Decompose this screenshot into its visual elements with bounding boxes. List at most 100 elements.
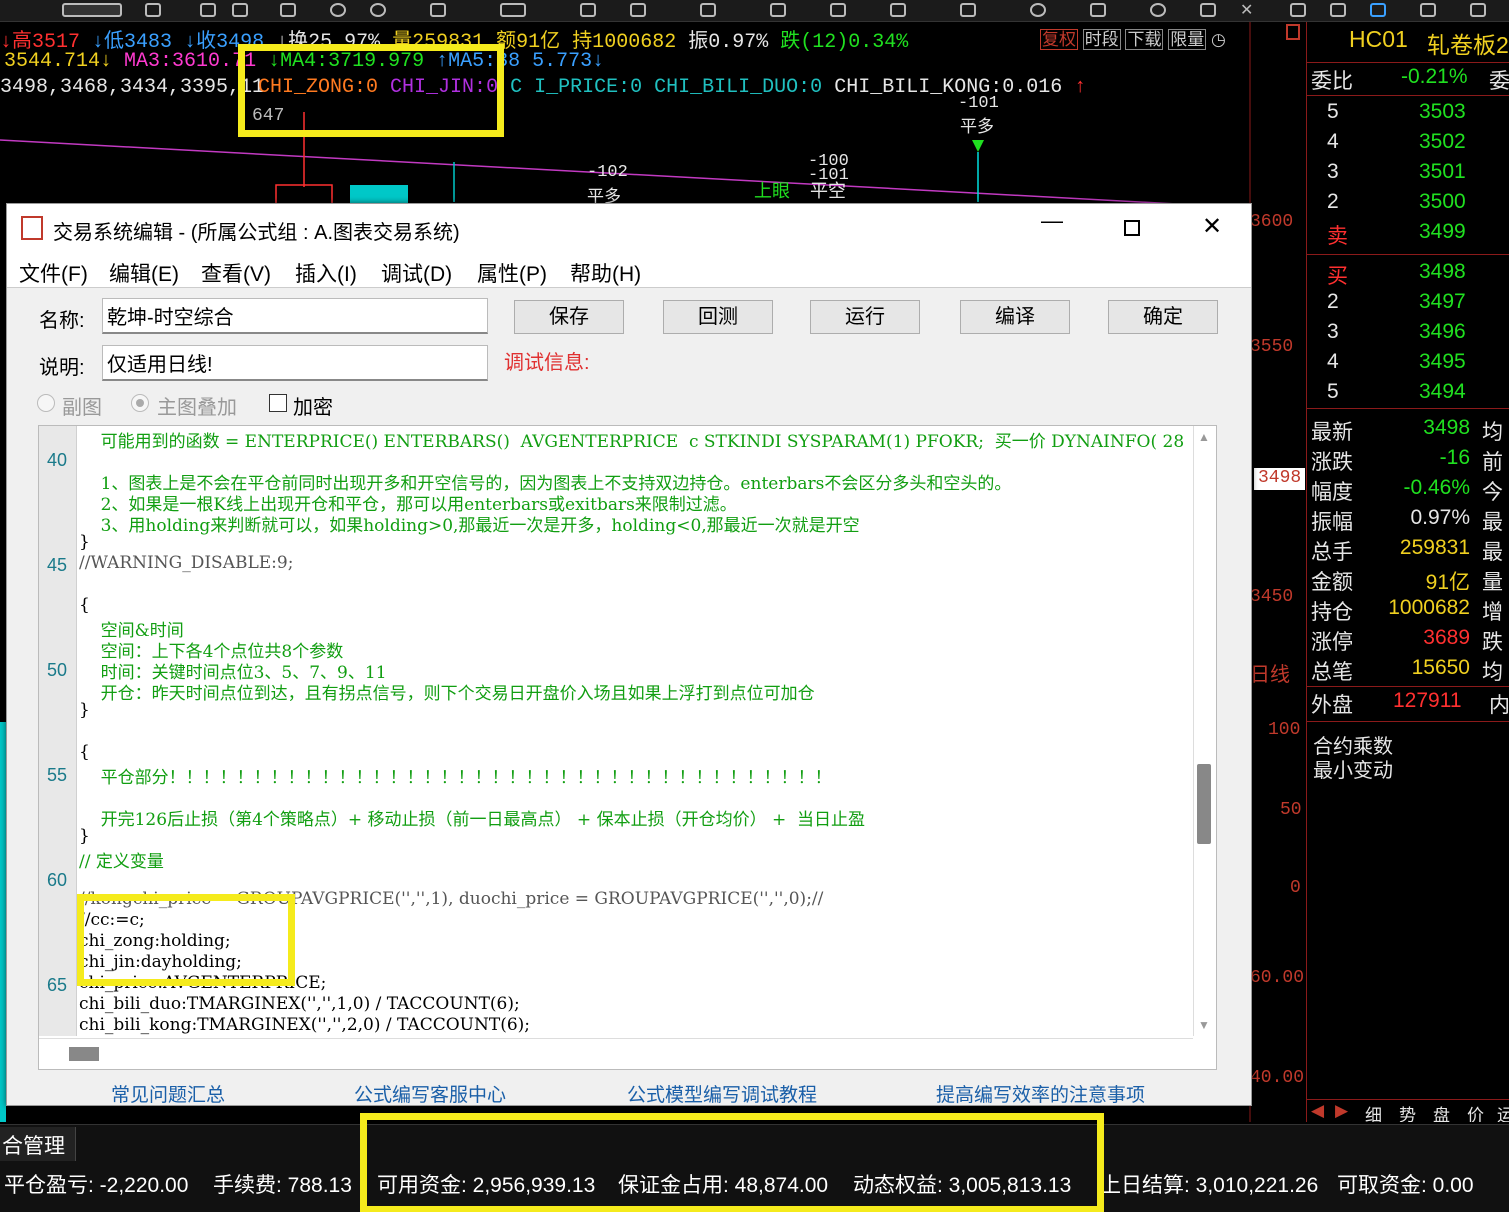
copy-icon[interactable]: [1090, 3, 1106, 17]
link-tutorial[interactable]: 公式模型编写调试教程: [627, 1080, 817, 1107]
lock-icon[interactable]: [1200, 3, 1216, 17]
search-icon[interactable]: [370, 3, 386, 17]
scroll-up-icon[interactable]: ▲: [1198, 430, 1210, 444]
sell-level-price: 3500: [1419, 190, 1466, 213]
tab-more[interactable]: 运: [1497, 1101, 1509, 1122]
next-tab-icon[interactable]: ▶: [1335, 1101, 1348, 1121]
tab-price[interactable]: 价: [1467, 1101, 1484, 1122]
fuquan-button[interactable]: 复权: [1040, 29, 1078, 50]
encrypt-checkbox[interactable]: [269, 394, 287, 412]
menu-view[interactable]: 查看(V): [201, 258, 271, 288]
ind-chi-bili-duo: CHI_BILI_DUO:0: [654, 76, 823, 99]
sell-level-row[interactable]: 4 3502: [1307, 128, 1509, 158]
arrow-tool-icon[interactable]: [830, 3, 846, 17]
sell-level-row[interactable]: 2 3500: [1307, 188, 1509, 218]
status-tab[interactable]: 合管理: [0, 1127, 76, 1161]
stat-right-label: 均: [1482, 421, 1503, 444]
app-icon: [21, 216, 43, 240]
gear-icon[interactable]: [430, 3, 446, 17]
code-line: chi_bili_kong:TMARGINEX('','',2,0) / TAC…: [79, 1015, 531, 1035]
upload-icon[interactable]: [1330, 3, 1346, 17]
compile-button[interactable]: 编译: [960, 300, 1070, 334]
formula-icon[interactable]: [500, 3, 526, 17]
menu-help[interactable]: 帮助(H): [570, 258, 641, 288]
vertical-scroll-thumb[interactable]: [1197, 764, 1211, 844]
sell-level-row[interactable]: 卖 3499: [1307, 218, 1509, 248]
y-label-100: 100: [1268, 720, 1301, 740]
tab-detail[interactable]: 细: [1365, 1101, 1382, 1122]
sell-level-label: 5: [1327, 100, 1339, 123]
link-tips[interactable]: 提高编写效率的注意事项: [936, 1080, 1145, 1107]
close-icon[interactable]: ✕: [1240, 0, 1256, 19]
quote-header: HC01 轧卷板2: [1307, 24, 1509, 60]
zoom-in-icon[interactable]: [200, 3, 216, 17]
bar-chart-icon[interactable]: [700, 3, 716, 17]
close-button[interactable]: ✕: [1202, 212, 1222, 241]
ok-button[interactable]: 确定: [1108, 300, 1218, 334]
buy-level-row[interactable]: 3 3496: [1307, 318, 1509, 348]
fan-icon[interactable]: [770, 3, 786, 17]
magnify-icon[interactable]: [330, 3, 346, 17]
limit-button[interactable]: 限量: [1168, 29, 1207, 50]
radio-main[interactable]: [131, 394, 149, 412]
code-line: 3、用holding来判断就可以，如果holding>0,那最近一次是开多，ho…: [79, 516, 860, 536]
link-support[interactable]: 公式编写客服中心: [354, 1080, 506, 1107]
waipan-row: 外盘 127911 内: [1307, 686, 1509, 722]
highlight-indicator: [238, 44, 504, 137]
buy-level-row[interactable]: 5 3494: [1307, 378, 1509, 408]
circle-tool-icon[interactable]: [1030, 3, 1046, 17]
zoom-out-icon[interactable]: [232, 3, 248, 17]
pen-icon[interactable]: [580, 3, 596, 17]
info-amplitude: 振0.97%: [688, 31, 769, 54]
run-button[interactable]: 运行: [810, 300, 920, 334]
name-field[interactable]: 乾坤-时空综合: [102, 298, 488, 334]
sell-level-row[interactable]: 3 3501: [1307, 158, 1509, 188]
text-tool-icon[interactable]: [630, 3, 646, 17]
menu-icon[interactable]: [1470, 3, 1486, 17]
menu-insert[interactable]: 插入(I): [295, 258, 357, 288]
chart-buttons: 复权 时段 下载 限量 ◷: [1040, 25, 1226, 50]
buy-level-row[interactable]: 4 3495: [1307, 348, 1509, 378]
horizontal-scrollbar[interactable]: [39, 1038, 1193, 1068]
code-line: //WARNING_DISABLE:9;: [79, 553, 294, 573]
line-tool-icon[interactable]: [890, 3, 906, 17]
currency-dropdown[interactable]: [62, 3, 122, 17]
code-line: 可能用到的函数 = ENTERPRICE() ENTERBARS() AVGEN…: [79, 432, 1185, 452]
chart-line3-left: 3498,3468,3434,3395,11: [0, 76, 265, 99]
menu-file[interactable]: 文件(F): [19, 258, 88, 288]
vertical-scrollbar[interactable]: ▲ ▼: [1193, 426, 1215, 1036]
radio-sub[interactable]: [37, 394, 55, 412]
rect-tool-icon[interactable]: [960, 3, 976, 17]
menu-properties[interactable]: 属性(P): [477, 258, 547, 288]
desc-field[interactable]: 仅适用日线!: [102, 345, 488, 381]
minimize-button[interactable]: —: [1041, 208, 1063, 234]
info-change: 跌(12)0.34%: [780, 31, 909, 54]
y-label-50: 50: [1280, 800, 1302, 820]
menu-edit[interactable]: 编辑(E): [109, 258, 179, 288]
buy-level-row[interactable]: 2 3497: [1307, 288, 1509, 318]
menu-debug[interactable]: 调试(D): [381, 258, 452, 288]
list-icon[interactable]: [145, 3, 161, 17]
horizontal-scroll-thumb[interactable]: [69, 1047, 99, 1061]
tab-trend[interactable]: 势: [1399, 1101, 1416, 1122]
window-icon[interactable]: [1290, 3, 1306, 17]
sell-level-row[interactable]: 5 3503: [1307, 98, 1509, 128]
monitor-icon[interactable]: [1420, 3, 1436, 17]
buy-level-row[interactable]: 买 3498: [1307, 258, 1509, 288]
download-button[interactable]: 下载: [1125, 29, 1164, 50]
signal-shangyan: 上眼: [754, 181, 790, 201]
draw-icon[interactable]: [1370, 3, 1386, 17]
maximize-button[interactable]: [1124, 220, 1140, 236]
tab-book[interactable]: 盘: [1433, 1101, 1450, 1122]
prev-tab-icon[interactable]: ◀: [1311, 1101, 1324, 1121]
backtest-button[interactable]: 回测: [663, 300, 773, 334]
scroll-down-icon[interactable]: ▼: [1198, 1018, 1210, 1032]
save-button[interactable]: 保存: [514, 300, 624, 334]
clock-icon[interactable]: ◷: [1211, 30, 1226, 49]
magnet-icon[interactable]: [1150, 3, 1166, 17]
draw-line-icon[interactable]: [280, 3, 296, 17]
link-faq[interactable]: 常见问题汇总: [111, 1080, 225, 1107]
shiduan-button[interactable]: 时段: [1082, 29, 1121, 50]
sell-level-price: 3502: [1419, 130, 1466, 153]
panel-toggle-icon[interactable]: [1286, 24, 1300, 40]
